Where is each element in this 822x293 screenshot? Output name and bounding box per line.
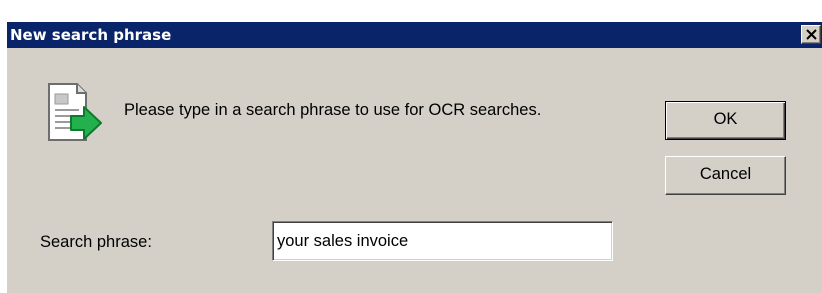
close-icon xyxy=(806,29,817,40)
cancel-button[interactable]: Cancel xyxy=(665,156,786,195)
title-bar[interactable]: New search phrase xyxy=(7,22,822,48)
document-arrow-icon xyxy=(48,83,102,141)
close-button[interactable] xyxy=(801,25,821,44)
ok-button[interactable]: OK xyxy=(665,101,786,140)
search-phrase-input[interactable] xyxy=(272,221,613,261)
dialog-message: Please type in a search phrase to use fo… xyxy=(124,101,542,119)
new-search-phrase-dialog: New search phrase Please type in a searc… xyxy=(6,22,822,293)
dialog-title: New search phrase xyxy=(10,26,172,44)
search-phrase-label: Search phrase: xyxy=(40,233,152,251)
